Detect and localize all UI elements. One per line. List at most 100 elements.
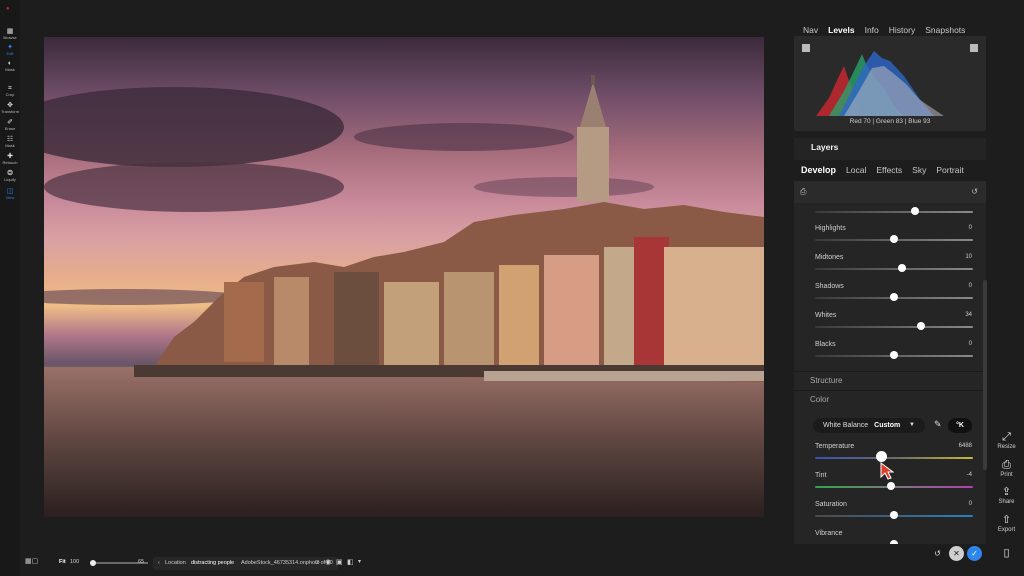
temperature-value: 6488 bbox=[958, 443, 972, 449]
chevron-left-icon[interactable]: ‹ bbox=[158, 560, 160, 566]
kelvin-button[interactable]: °K bbox=[948, 418, 972, 433]
tint-slider-knob[interactable] bbox=[886, 482, 895, 490]
zoom-value: 100 bbox=[70, 559, 80, 565]
fit-button[interactable]: Fit bbox=[59, 559, 66, 565]
tool-label: Edit bbox=[6, 51, 14, 56]
color-section[interactable]: Color bbox=[810, 395, 829, 404]
tool-label: Mask bbox=[5, 143, 15, 148]
tint-value: -4 bbox=[966, 472, 972, 478]
app-logo-icon: ● bbox=[6, 6, 10, 12]
layers-header[interactable]: Layers bbox=[794, 138, 986, 160]
temperature-slider-knob[interactable] bbox=[876, 451, 888, 462]
saturation-slider-row: Saturation 0 bbox=[794, 499, 986, 529]
highlights-label: Highlights bbox=[815, 225, 846, 232]
slider-list: Highlights 0 Midtones 10 Shadows 0 Whites 34 Bla… bbox=[794, 203, 986, 544]
print-icon: ⎙ bbox=[1002, 459, 1011, 471]
zoom-slider-knob[interactable] bbox=[90, 560, 96, 566]
tool-strip: ● ▦ Browse ✦ Edit ◐ Mask ⌗ Crop ✥ Transform ✐ Erase… bbox=[0, 0, 20, 576]
develop-tabs: Develop Local Effects Sky Portrait bbox=[796, 159, 969, 181]
shadows-value: 0 bbox=[968, 283, 972, 289]
shadows-slider-row: Shadows 0 bbox=[794, 281, 986, 311]
print-button[interactable]: ⎙ Print bbox=[994, 459, 1019, 478]
tool-retouch[interactable]: ✚ Retouch bbox=[0, 152, 20, 165]
highlights-slider-row: Highlights 0 bbox=[794, 223, 986, 253]
develop-tab-local[interactable]: Local bbox=[841, 159, 871, 181]
develop-toolbar: ⎙ ↺ bbox=[794, 181, 986, 203]
tint-label: Tint bbox=[815, 472, 827, 479]
apply-button[interactable]: ✓ bbox=[967, 546, 982, 561]
develop-tab-sky[interactable]: Sky bbox=[907, 159, 931, 181]
midtones-slider-track[interactable] bbox=[815, 268, 973, 270]
divider bbox=[794, 371, 986, 372]
whites-slider-track[interactable] bbox=[815, 326, 973, 328]
location-value: distracting people bbox=[191, 560, 235, 566]
blacks-value: 0 bbox=[968, 341, 972, 347]
zoom-right-value: 65 bbox=[138, 559, 145, 565]
develop-tab-develop[interactable]: Develop bbox=[796, 159, 841, 181]
tool-mask[interactable]: ☷ Mask bbox=[0, 135, 20, 148]
share-button[interactable]: ⇪ Share bbox=[994, 486, 1019, 505]
print-label: Print bbox=[1000, 472, 1013, 478]
photo-scene bbox=[44, 75, 764, 517]
before-after-icon[interactable]: ◧ bbox=[347, 558, 354, 566]
shadows-slider-knob[interactable] bbox=[890, 293, 898, 301]
layers-title: Layers bbox=[811, 142, 839, 152]
tool-mask[interactable]: ◐ Mask bbox=[0, 59, 20, 72]
saturation-label: Saturation bbox=[815, 501, 847, 508]
eyedropper-icon[interactable]: ✎ bbox=[934, 419, 942, 430]
chevron-down-icon[interactable]: ▾ bbox=[358, 558, 361, 565]
vibrance-slider-knob[interactable] bbox=[890, 540, 898, 544]
blacks-slider-knob[interactable] bbox=[890, 351, 898, 359]
photo-canvas[interactable] bbox=[44, 37, 764, 517]
panel-toggle-icon[interactable]: ▯ bbox=[994, 547, 1019, 560]
temperature-slider-track[interactable] bbox=[815, 457, 973, 459]
resize-label: Resize bbox=[997, 444, 1016, 450]
whites-value: 34 bbox=[965, 312, 972, 318]
white-balance-dropdown[interactable]: White Balance Custom ▼ bbox=[813, 418, 925, 433]
pointer-cursor-icon bbox=[880, 462, 894, 480]
export-label: Export bbox=[997, 527, 1016, 533]
tool-transform[interactable]: ✥ Transform bbox=[0, 101, 20, 114]
tool-erase[interactable]: ✐ Erase bbox=[0, 118, 20, 131]
adjustment-slider-knob[interactable] bbox=[910, 207, 919, 215]
export-button[interactable]: ⇧ Export bbox=[994, 514, 1019, 533]
rgb-readout: Red 70 | Green 83 | Blue 93 bbox=[849, 118, 931, 125]
tool-browse[interactable]: ▦ Browse bbox=[0, 27, 20, 40]
vibrance-label: Vibrance bbox=[815, 530, 843, 537]
panel-scrollbar[interactable] bbox=[983, 280, 987, 470]
compare-icon[interactable]: ▣ bbox=[336, 558, 343, 566]
tool-crop[interactable]: ⌗ Crop bbox=[0, 84, 20, 97]
blacks-label: Blacks bbox=[815, 341, 836, 348]
filename: AdobeStock_46735314.onphoto bbox=[241, 560, 320, 566]
bottom-bar: ▦▢ Fit 100 65 ‹ Location distracting peo… bbox=[20, 553, 780, 573]
tool-liquify[interactable]: ❂ Liquify bbox=[0, 169, 20, 182]
highlights-slider-knob[interactable] bbox=[890, 235, 898, 243]
resize-button[interactable]: ⤢ Resize bbox=[994, 431, 1019, 450]
grid-view-icon[interactable]: ▦▢ bbox=[25, 557, 38, 565]
structure-section[interactable]: Structure bbox=[810, 376, 842, 385]
adjustment-slider-row bbox=[794, 203, 986, 225]
save-preset-icon[interactable]: ⎙ bbox=[800, 187, 806, 197]
tool-label: Browse bbox=[3, 35, 17, 40]
tool-label: Erase bbox=[4, 126, 16, 131]
midtones-slider-knob[interactable] bbox=[897, 264, 906, 272]
adjustment-slider-track[interactable] bbox=[815, 211, 973, 213]
tool-label: View bbox=[5, 195, 15, 200]
tool-label: Crop bbox=[5, 92, 15, 97]
develop-tab-portrait[interactable]: Portrait bbox=[931, 159, 968, 181]
undo-icon[interactable]: ↺ bbox=[930, 546, 945, 561]
tool-edit[interactable]: ✦ Edit bbox=[0, 43, 20, 56]
tool-view[interactable]: ◫ View bbox=[0, 187, 20, 200]
whites-slider-knob[interactable] bbox=[916, 322, 925, 330]
saturation-slider-knob[interactable] bbox=[890, 511, 898, 519]
reset-icon[interactable]: ↺ bbox=[971, 187, 978, 196]
histogram-graph bbox=[816, 51, 944, 116]
shadows-label: Shadows bbox=[815, 283, 844, 290]
cancel-button[interactable]: ✕ bbox=[949, 546, 964, 561]
divider bbox=[794, 390, 986, 391]
develop-tab-effects[interactable]: Effects bbox=[871, 159, 907, 181]
temperature-label: Temperature bbox=[815, 443, 855, 450]
eye-icon[interactable]: ◉ bbox=[325, 558, 331, 566]
file-info[interactable]: ‹ Location distracting people AdobeStock… bbox=[153, 557, 338, 570]
resize-icon: ⤢ bbox=[1002, 431, 1011, 443]
